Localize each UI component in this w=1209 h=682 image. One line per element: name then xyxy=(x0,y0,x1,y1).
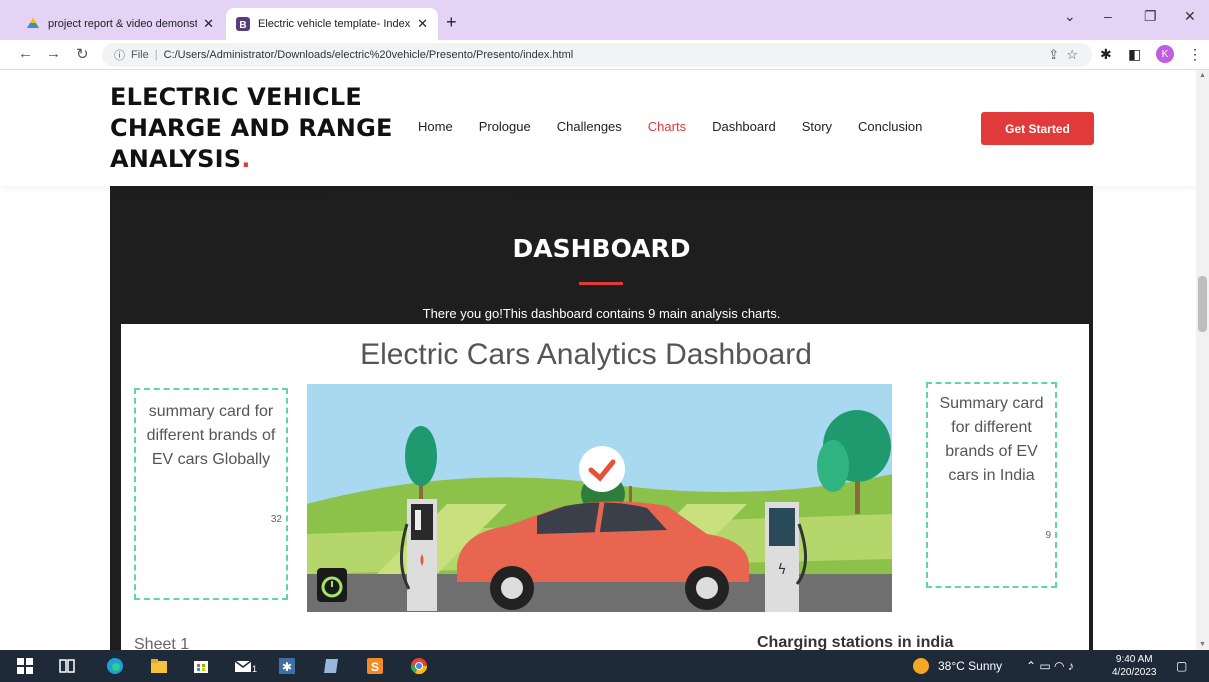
sun-icon xyxy=(913,658,929,674)
mail-icon[interactable] xyxy=(234,657,252,675)
snowflake-app-icon[interactable]: ✱ xyxy=(278,657,296,675)
card-value: 32 xyxy=(270,514,282,525)
section-title: DASHBOARD xyxy=(512,234,691,263)
minimize-button[interactable]: – xyxy=(1104,8,1112,24)
url-separator: | xyxy=(154,49,158,61)
google-drive-icon xyxy=(27,18,39,28)
nav-story[interactable]: Story xyxy=(802,119,832,134)
card-value: 9 xyxy=(1045,530,1051,541)
card-label: summary card for different brands of EV … xyxy=(146,403,276,468)
sublime-text-icon[interactable]: S xyxy=(366,657,384,675)
tab-title: Electric vehicle template- Index xyxy=(258,18,411,30)
store-icon[interactable] xyxy=(192,657,210,675)
side-panel-icon[interactable]: ◧ xyxy=(1128,46,1141,63)
nav-home[interactable]: Home xyxy=(418,119,453,134)
chevron-down-icon[interactable]: ⌄ xyxy=(1064,8,1076,25)
ev-charging-illustration: ϟ xyxy=(307,384,892,612)
url-text: C:/Users/Administrator/Downloads/electri… xyxy=(163,49,574,61)
card-label: Summary card for different brands of EV … xyxy=(939,395,1044,484)
windows-start-icon[interactable] xyxy=(16,657,34,675)
sheet-label: Sheet 1 xyxy=(134,636,190,650)
mail-badge: 1 xyxy=(252,664,258,674)
get-started-button[interactable]: Get Started xyxy=(981,112,1094,145)
svg-text:S: S xyxy=(371,660,379,674)
site-logo[interactable]: ELECTRIC VEHICLE CHARGE AND RANGE ANALYS… xyxy=(110,82,410,175)
nav-conclusion[interactable]: Conclusion xyxy=(858,119,922,134)
section-subtitle: There you go!This dashboard contains 9 m… xyxy=(422,306,781,321)
svg-text:B: B xyxy=(239,20,246,31)
main-nav: Home Prologue Challenges Charts Dashboar… xyxy=(418,119,922,134)
title-underline xyxy=(579,282,623,285)
close-window-button[interactable]: ✕ xyxy=(1184,8,1196,25)
nav-prologue[interactable]: Prologue xyxy=(479,119,531,134)
url-scheme: File xyxy=(131,49,149,61)
time-text: 9:40 AM xyxy=(1115,654,1153,665)
new-tab-button[interactable]: + xyxy=(446,12,457,33)
page-viewport: DASHBOARD There you go!This dashboard co… xyxy=(0,70,1196,650)
back-icon[interactable]: ← xyxy=(18,45,33,62)
tab-project-report[interactable]: project report & video demonstr ✕ xyxy=(16,8,224,40)
site-header: ELECTRIC VEHICLE CHARGE AND RANGE ANALYS… xyxy=(0,70,1196,186)
edge-icon[interactable] xyxy=(106,657,124,675)
bootstrap-icon: B xyxy=(236,17,250,31)
reload-icon[interactable]: ↻ xyxy=(76,45,89,63)
dashboard-title: Electric Cars Analytics Dashboard xyxy=(360,338,812,371)
global-summary-card[interactable]: summary card for different brands of EV … xyxy=(134,388,288,600)
task-view-icon[interactable] xyxy=(58,657,76,675)
address-bar-row: ← → ↻ ⓘ File | C:/Users/Administrator/Do… xyxy=(0,40,1209,70)
notes-app-icon[interactable] xyxy=(322,657,340,675)
restore-button[interactable]: ❐ xyxy=(1144,8,1157,25)
page-scrollbar[interactable]: ▲ ▼ xyxy=(1196,70,1209,650)
scroll-thumb[interactable] xyxy=(1198,276,1207,332)
svg-text:✱: ✱ xyxy=(282,660,292,674)
nav-challenges[interactable]: Challenges xyxy=(557,119,622,134)
svg-text:ϟ: ϟ xyxy=(777,562,786,578)
tab-title: project report & video demonstr xyxy=(48,18,198,30)
info-icon: ⓘ xyxy=(114,50,125,62)
weather-text[interactable]: 38°C Sunny xyxy=(938,659,1002,673)
menu-icon[interactable]: ⋮ xyxy=(1188,46,1202,63)
tray-icons[interactable]: ⌃ ▭ ◠ ♪ xyxy=(1026,659,1074,673)
section-slant xyxy=(110,186,510,210)
browser-tab-bar: project report & video demonstr ✕ B Elec… xyxy=(0,0,1209,40)
nav-charts[interactable]: Charts xyxy=(648,119,686,134)
clock[interactable]: 9:40 AM 4/20/2023 xyxy=(1112,653,1157,679)
url-input[interactable]: ⓘ File | C:/Users/Administrator/Download… xyxy=(102,43,1092,67)
tab-electric-vehicle[interactable]: B Electric vehicle template- Index ✕ xyxy=(226,8,438,40)
taskbar: 1 ✱ S 38°C Sunny ⌃ ▭ ◠ ♪ 9:40 AM 4/20/20… xyxy=(0,650,1209,682)
india-summary-card[interactable]: Summary card for different brands of EV … xyxy=(926,382,1057,588)
close-icon[interactable]: ✕ xyxy=(203,16,214,32)
scroll-up-icon[interactable]: ▲ xyxy=(1199,72,1206,79)
chrome-icon[interactable] xyxy=(410,657,428,675)
extensions-icon[interactable]: ✱ xyxy=(1100,46,1112,63)
share-star-icons[interactable]: ⇪ ☆ xyxy=(1048,47,1078,63)
file-explorer-icon[interactable] xyxy=(150,657,168,675)
tableau-dashboard-panel: Electric Cars Analytics Dashboard summar… xyxy=(121,324,1089,650)
avatar[interactable]: K xyxy=(1156,45,1174,63)
notification-icon[interactable]: ▢ xyxy=(1176,659,1187,673)
charging-stations-heading: Charging stations in india xyxy=(757,634,954,650)
forward-icon[interactable]: → xyxy=(46,45,61,62)
close-icon[interactable]: ✕ xyxy=(417,16,428,32)
date-text: 4/20/2023 xyxy=(1112,667,1157,678)
nav-dashboard[interactable]: Dashboard xyxy=(712,119,776,134)
scroll-down-icon[interactable]: ▼ xyxy=(1199,641,1206,648)
